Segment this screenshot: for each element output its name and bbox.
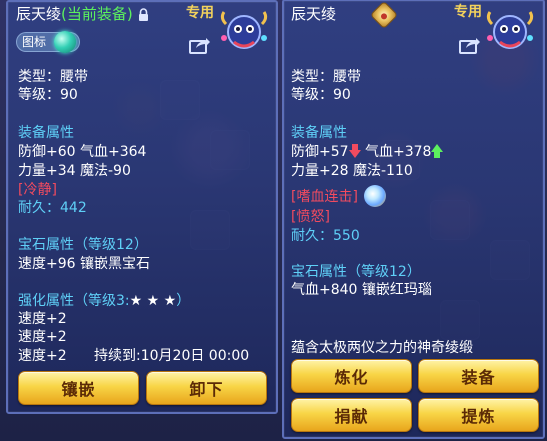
level-line: 等级：90: [18, 87, 78, 103]
durability-label: 耐久：: [18, 200, 60, 216]
extract-button[interactable]: 提炼: [418, 398, 539, 432]
dragon-emblem-icon: [486, 11, 534, 49]
speed-line-1: 速度+2: [18, 311, 67, 327]
equip-attr-header: 装备属性: [18, 125, 74, 141]
compare-item-tooltip: 辰天绫 专用 类型：腰带 等级：90 装备属性 防御+57 气血+378 力量+…: [282, 0, 545, 439]
item-name: 辰天绫: [291, 5, 337, 23]
durability-line: 耐久：442: [18, 199, 87, 217]
lock-icon: [138, 8, 148, 21]
power-line: 力量+34 魔法-90: [18, 163, 131, 179]
equip-button[interactable]: 装备: [418, 359, 539, 393]
equip-attr-header: 装备属性: [291, 125, 347, 141]
item-name: 辰天绫: [16, 5, 62, 23]
exclusive-tag: 专用: [186, 5, 214, 21]
special-skill: [嗜血连击]: [291, 189, 358, 205]
durability-label: 耐久：: [291, 228, 333, 244]
gem-attr-header: 宝石属性（等级12）: [18, 237, 148, 253]
defense-part: 防御+57: [291, 144, 349, 160]
power-line: 力量+28 魔法-110: [291, 163, 413, 179]
item-title: 辰天绫(当前装备): [16, 5, 149, 23]
unequip-button[interactable]: 卸下: [146, 371, 267, 405]
equipped-item-tooltip: 辰天绫(当前装备) 专用 图标 类型：腰带 等级：90 装备属性 防御+60 气…: [6, 0, 278, 414]
level-line: 等级：90: [291, 87, 351, 103]
duration-text: 持续到:10月20日 00:00: [94, 348, 250, 364]
gem-attr-header: 宝石属性（等级12）: [291, 264, 421, 280]
special-effect: [冷静]: [18, 182, 57, 198]
icon-pill-label: 图标: [22, 35, 47, 49]
enhance-close: ）: [176, 293, 191, 309]
enhance-header-text: 强化属性（等级3:: [18, 293, 130, 309]
enhance-attr-header: 强化属性（等级3:★ ★ ★）: [18, 292, 190, 310]
defense-line: 防御+60 气血+364: [18, 144, 147, 160]
enhance-stars: ★ ★ ★: [129, 293, 177, 309]
special-effect: [愤怒]: [291, 209, 330, 225]
arrow-up-icon: [431, 144, 444, 158]
equipped-tag: (当前装备): [61, 5, 133, 23]
gem-icon: [369, 0, 399, 30]
type-line: 类型：腰带: [18, 69, 88, 85]
item-description: 蕴含太极两仪之力的神奇绫缎: [291, 340, 473, 356]
gem-line: 速度+96 镶嵌黑宝石: [18, 256, 150, 272]
item-title: 辰天绫: [291, 5, 336, 23]
stat-compare-line: 防御+57 气血+378: [291, 143, 444, 161]
durability-line: 耐久：550: [291, 227, 360, 245]
speed-line-3: 速度+2: [18, 348, 67, 364]
dragon-emblem-icon: [220, 11, 268, 49]
share-icon[interactable]: [459, 36, 481, 54]
durability-value: 442: [60, 200, 87, 216]
inlay-button[interactable]: 镶嵌: [18, 371, 139, 405]
durability-value: 550: [333, 228, 360, 244]
refine-button[interactable]: 炼化: [291, 359, 412, 393]
skill-orb-icon: [364, 185, 386, 207]
arrow-down-icon: [348, 144, 361, 158]
hp-part: 气血+378: [365, 144, 432, 160]
gem-line: 气血+840 镶嵌红玛瑙: [291, 282, 432, 298]
speed-line-2: 速度+2: [18, 329, 67, 345]
donate-button[interactable]: 捐献: [291, 398, 412, 432]
type-line: 类型：腰带: [291, 69, 361, 85]
exclusive-tag: 专用: [454, 4, 482, 20]
pill-orb-icon: [54, 31, 76, 53]
share-icon[interactable]: [189, 36, 211, 54]
